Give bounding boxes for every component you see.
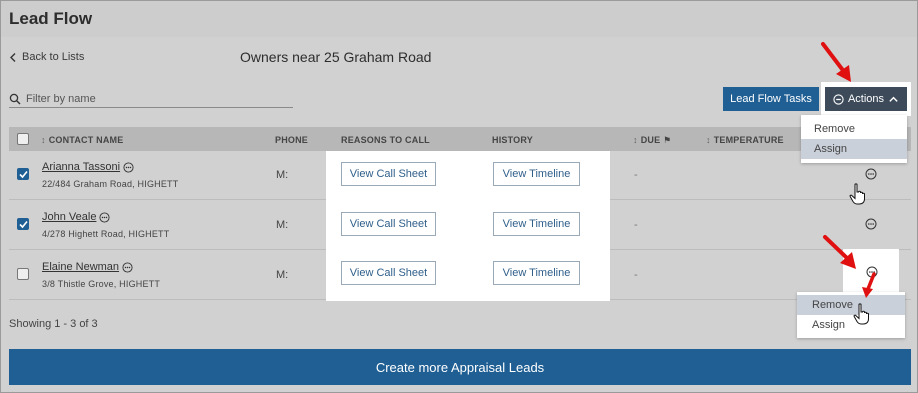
sort-icon: ↕: [633, 135, 638, 145]
create-appraisal-leads-button[interactable]: Create more Appraisal Leads: [9, 349, 911, 385]
header-history: HISTORY: [492, 135, 533, 145]
back-label: Back to Lists: [22, 51, 85, 63]
check-icon: [19, 220, 28, 229]
highlighted-actions-area: View Call Sheet View Timeline View Call …: [326, 151, 610, 301]
sort-icon: ↕: [41, 135, 46, 145]
header-reasons-to-call: REASONS TO CALL: [341, 135, 430, 145]
lead-flow-tasks-button[interactable]: Lead Flow Tasks: [723, 87, 819, 111]
phone-value: M:: [276, 169, 289, 181]
more-circle-icon[interactable]: [122, 261, 133, 273]
due-value: -: [634, 169, 638, 181]
search-icon: [9, 93, 21, 105]
due-value: -: [634, 269, 638, 281]
header-due[interactable]: ↕ DUE ⚑: [633, 135, 671, 146]
sort-icon: ↕: [706, 135, 711, 145]
flag-icon: ⚑: [663, 135, 672, 145]
pagination-summary: Showing 1 - 3 of 3: [9, 318, 98, 330]
hand-cursor-icon: [853, 303, 869, 325]
contact-name: Arianna Tassoni: [42, 161, 134, 173]
annotation-arrow-icon: [823, 235, 856, 269]
more-circle-icon[interactable]: [99, 211, 110, 223]
view-timeline-button[interactable]: View Timeline: [493, 261, 580, 285]
contact-name-link[interactable]: Elaine Newman: [42, 261, 119, 273]
contact-address: 3/8 Thistle Grove, HIGHETT: [42, 279, 161, 289]
menu-item-remove[interactable]: Remove: [801, 119, 907, 139]
contact-name-link[interactable]: Arianna Tassoni: [42, 161, 120, 173]
row-checkbox[interactable]: [17, 218, 29, 230]
row-checkbox[interactable]: [17, 168, 29, 180]
contact-address: 22/484 Graham Road, HIGHETT: [42, 179, 179, 189]
view-call-sheet-button[interactable]: View Call Sheet: [341, 162, 436, 186]
filter-input[interactable]: [26, 93, 276, 105]
hand-cursor-icon: [849, 183, 865, 205]
contact-name-link[interactable]: John Veale: [42, 211, 96, 223]
annotation-arrow-icon: [862, 272, 876, 298]
annotation-arrow-icon: [821, 42, 851, 82]
row-more-icon[interactable]: [865, 218, 877, 230]
check-icon: [19, 170, 28, 179]
header-temperature[interactable]: ↕ TEMPERATURE: [706, 135, 784, 145]
header-contact-name[interactable]: ↕ CONTACT NAME: [41, 135, 123, 145]
phone-value: M:: [276, 219, 289, 231]
view-call-sheet-button[interactable]: View Call Sheet: [341, 261, 436, 285]
menu-item-remove[interactable]: Remove: [797, 295, 905, 315]
chevron-left-icon: [10, 52, 16, 62]
page-title: Lead Flow: [9, 9, 93, 28]
menu-item-assign[interactable]: Assign: [797, 315, 905, 335]
view-timeline-button[interactable]: View Timeline: [493, 162, 580, 186]
contact-address: 4/278 Highett Road, HIGHETT: [42, 229, 170, 239]
header-phone: PHONE: [275, 135, 309, 145]
back-to-lists-link[interactable]: Back to Lists: [10, 51, 84, 63]
filter-field[interactable]: [9, 91, 293, 108]
more-circle-icon[interactable]: [123, 161, 134, 173]
table-header: ↕ CONTACT NAME PHONE REASONS TO CALL HIST…: [9, 127, 911, 151]
actions-label: Actions: [847, 93, 885, 105]
more-circle-icon: [833, 93, 844, 105]
row-more-icon[interactable]: [865, 168, 877, 180]
view-call-sheet-button[interactable]: View Call Sheet: [341, 212, 436, 236]
lead-flow-panel: Back to Lists Owners near 25 Graham Road…: [1, 37, 917, 392]
select-all-checkbox[interactable]: [17, 133, 29, 145]
list-title: Owners near 25 Graham Road: [240, 49, 432, 65]
actions-button[interactable]: Actions: [825, 87, 907, 111]
contact-name: John Veale: [42, 211, 110, 223]
title-bar: Lead Flow: [1, 1, 917, 37]
actions-dropdown-menu: Remove Assign: [801, 115, 907, 163]
app-window: Lead Flow Back to Lists Owners near 25 G…: [0, 0, 918, 393]
actions-button-highlight: Actions: [821, 82, 911, 116]
row-dropdown-menu: Remove Assign: [797, 292, 905, 338]
phone-value: M:: [276, 269, 289, 281]
contact-name: Elaine Newman: [42, 261, 133, 273]
view-timeline-button[interactable]: View Timeline: [493, 212, 580, 236]
row-checkbox[interactable]: [17, 268, 29, 280]
due-value: -: [634, 219, 638, 231]
chevron-up-icon: [889, 96, 898, 102]
menu-item-assign[interactable]: Assign: [801, 139, 907, 159]
